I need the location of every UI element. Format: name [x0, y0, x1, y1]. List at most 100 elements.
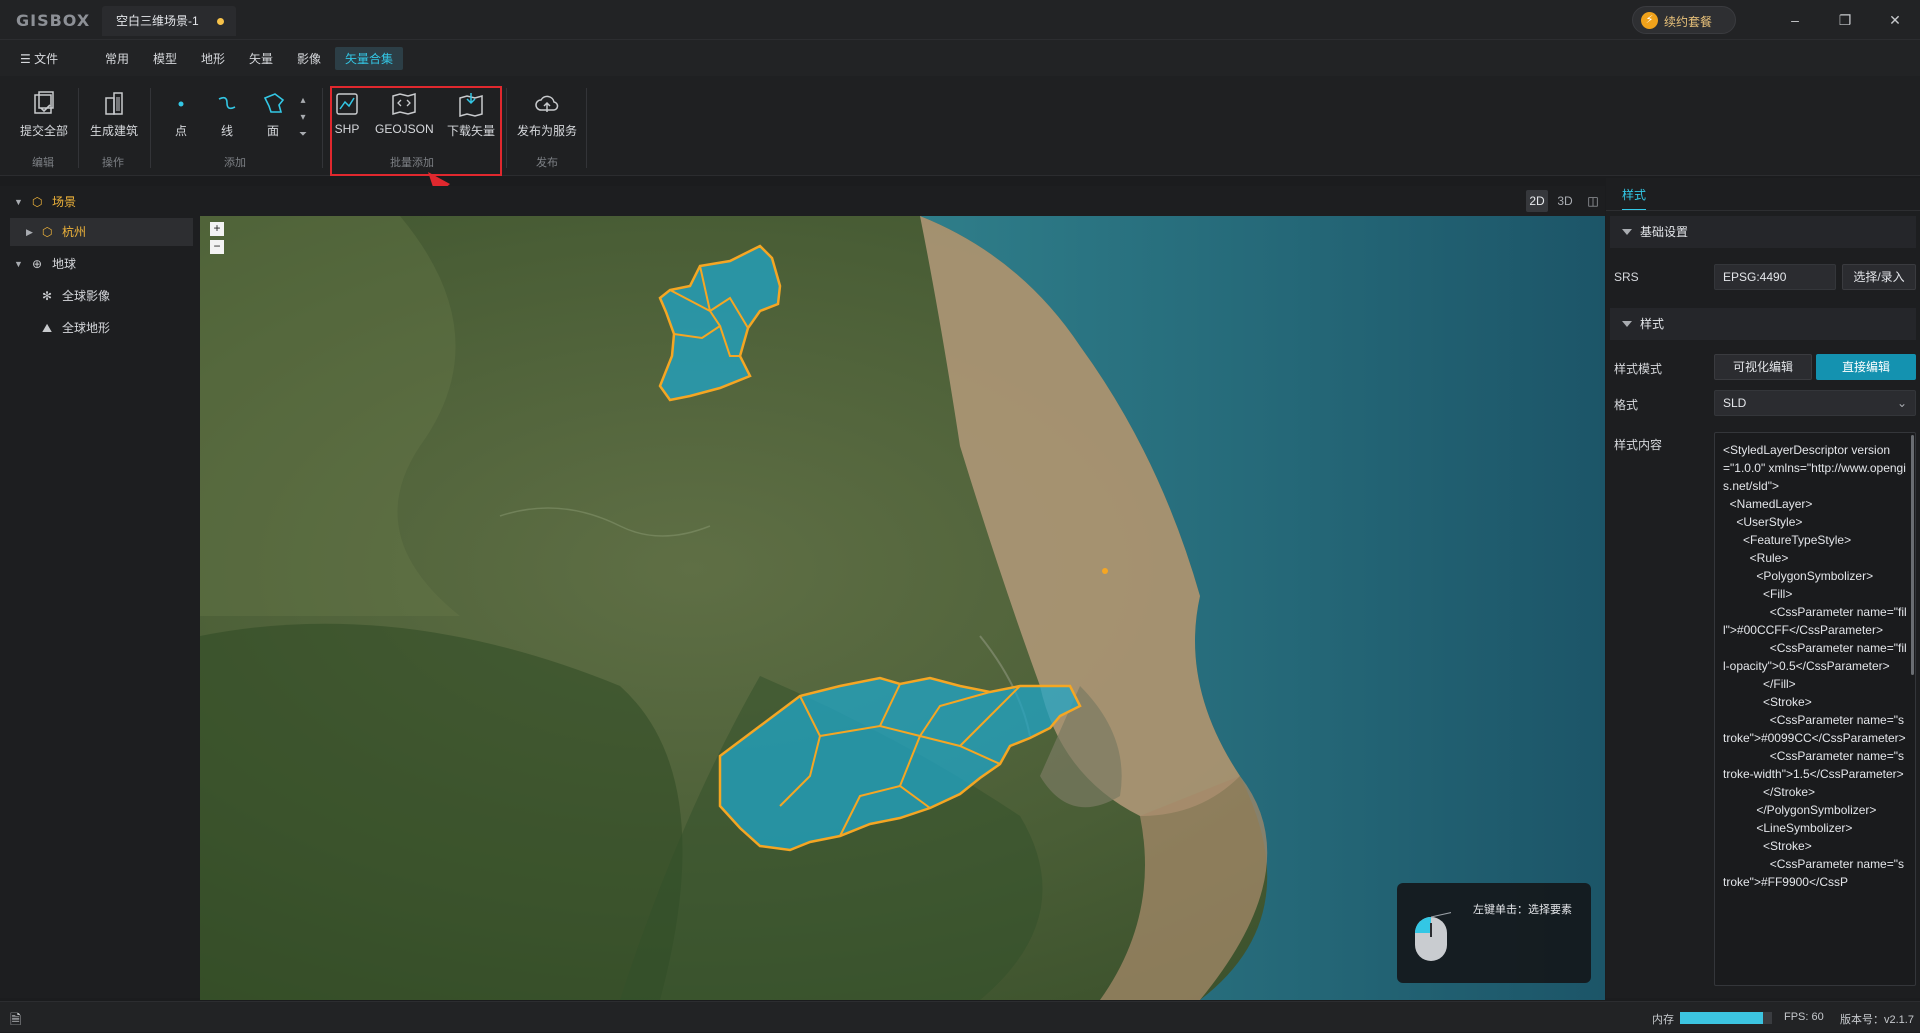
format-select-value: SLD — [1723, 396, 1747, 410]
hamburger-icon: ☰ — [20, 52, 35, 66]
tree-node-global-imagery[interactable]: ✻ 全球影像 — [0, 282, 196, 310]
memory-usage-fill — [1680, 1012, 1763, 1024]
lightning-icon: ⚡ — [1641, 12, 1658, 29]
format-select[interactable]: SLD ⌄ — [1714, 390, 1916, 416]
select-srs-button[interactable]: 选择/录入 — [1842, 264, 1916, 290]
layer-cube-icon: ⬡ — [42, 225, 53, 239]
tree-node-earth[interactable]: ▼ ⊕ 地球 — [0, 250, 196, 278]
caret-right-icon[interactable]: ▶ — [26, 218, 33, 246]
menu-vector-collection[interactable]: 矢量合集 — [335, 47, 404, 70]
location-marker-icon[interactable] — [1102, 568, 1108, 574]
tree-node-global-terrain[interactable]: ⛰ 全球地形 — [0, 314, 196, 342]
map-viewport[interactable] — [200, 216, 1605, 1000]
publish-service-label: 发布为服务 — [516, 124, 577, 138]
menu-terrain[interactable]: 地形 — [201, 50, 225, 67]
building-icon — [105, 92, 123, 115]
terrain-icon: ⛰ — [42, 321, 53, 335]
menu-model[interactable]: 模型 — [153, 50, 177, 67]
direct-edit-button[interactable]: 直接编辑 — [1816, 354, 1916, 380]
group-operate-label: 操作 — [102, 157, 124, 169]
line-icon — [218, 96, 236, 110]
point-icon — [178, 101, 184, 107]
submit-all-label: 提交全部 — [19, 124, 68, 138]
tree-node-scene[interactable]: ▼ ⬡ 场景 — [0, 188, 196, 216]
generate-building-label: 生成建筑 — [89, 124, 138, 138]
tree-node-hangzhou[interactable]: ▶ ⬡ 杭州 — [10, 218, 193, 246]
add-group-scroller[interactable]: ▴ ▾ ⏷ — [297, 92, 309, 143]
menu-bar: ☰ 文件 常用 模型 地形 矢量 影像 矢量合集 — [0, 40, 1920, 76]
add-polygon-button[interactable]: 面 — [258, 90, 288, 139]
section-style[interactable]: 样式 — [1610, 308, 1916, 340]
restore-button[interactable]: ❐ — [1830, 8, 1860, 32]
tree-node-global-imagery-label: 全球影像 — [62, 289, 111, 303]
section-basic-settings[interactable]: 基础设置 — [1610, 216, 1916, 248]
file-menu[interactable]: ☰ 文件 — [20, 50, 58, 67]
tree-node-hangzhou-label: 杭州 — [62, 225, 87, 239]
tree-node-scene-label: 场景 — [52, 195, 77, 209]
log-icon[interactable]: 🗎 — [10, 1009, 21, 1033]
zoom-out-button[interactable]: − — [210, 240, 224, 254]
title-bar: GISBOX 空白三维场景-1 ⚡ 续约套餐 – ❐ ✕ — [0, 0, 1920, 40]
satellite-map[interactable] — [200, 216, 1605, 1000]
imagery-icon: ✻ — [42, 289, 53, 303]
editor-scrollbar[interactable] — [1911, 435, 1914, 675]
ribbon-separator — [506, 88, 507, 168]
menu-imagery[interactable]: 影像 — [297, 50, 321, 67]
visual-edit-button[interactable]: 可视化编辑 — [1714, 354, 1812, 380]
version-readout: 版本号：v2.1.7 — [1840, 1014, 1914, 1026]
panel-divider — [1606, 210, 1920, 211]
menu-vector[interactable]: 矢量 — [249, 50, 273, 67]
globe-icon: ⊕ — [32, 257, 43, 271]
mouse-hint-overlay: 左键单击：选择要素 — [1397, 883, 1591, 983]
caret-down-icon[interactable]: ▼ — [14, 250, 23, 278]
chevron-down-icon: ⌄ — [1896, 396, 1907, 410]
minimize-button[interactable]: – — [1780, 8, 1810, 32]
zoom-in-button[interactable]: + — [210, 222, 224, 236]
add-point-button[interactable]: 点 — [166, 90, 196, 139]
add-line-label: 线 — [220, 124, 233, 138]
scroll-up-icon[interactable]: ▴ — [297, 92, 309, 109]
status-bar: 🗎 内存 FPS: 60 版本号：v2.1.7 — [0, 1001, 1920, 1032]
ribbon-separator — [78, 88, 79, 168]
mouse-hint-text: 左键单击：选择要素 — [1473, 904, 1572, 916]
style-content-text[interactable]: <StyledLayerDescriptor version="1.0.0" x… — [1715, 433, 1915, 899]
generate-building-button[interactable]: 生成建筑 — [88, 90, 140, 139]
srs-field[interactable]: EPSG:4490 — [1714, 264, 1836, 290]
ribbon-separator — [150, 88, 151, 168]
scroll-down-icon[interactable]: ▾ — [297, 109, 309, 126]
menu-common[interactable]: 常用 — [105, 50, 129, 67]
map-header-bar — [200, 186, 1605, 216]
split-view-button[interactable]: ◫ — [1582, 190, 1604, 212]
document-tab[interactable]: 空白三维场景-1 — [102, 6, 236, 36]
view-3d-button[interactable]: 3D — [1554, 190, 1576, 212]
style-content-editor[interactable]: <StyledLayerDescriptor version="1.0.0" x… — [1714, 432, 1916, 986]
view-2d-button[interactable]: 2D — [1526, 190, 1548, 212]
format-label: 格式 — [1614, 398, 1639, 412]
add-polygon-label: 面 — [266, 124, 279, 138]
submit-all-button[interactable]: 提交全部 — [18, 90, 70, 139]
document-tab-label: 空白三维场景-1 — [116, 14, 199, 28]
ribbon-toolbar: 提交全部 编辑 生成建筑 操作 点 线 面 ▴ ▾ ⏷ 添加 SHP GEOJS… — [0, 76, 1920, 176]
close-button[interactable]: ✕ — [1880, 8, 1910, 32]
expand-icon[interactable]: ⏷ — [297, 126, 309, 143]
group-publish-label: 发布 — [536, 157, 558, 169]
scene-tree-panel: ▼ ⬡ 场景 ▶ ⬡ 杭州 ▼ ⊕ 地球 ✻ 全球影像 ⛰ 全球地形 — [0, 186, 200, 998]
style-mode-label: 样式模式 — [1614, 362, 1663, 376]
fps-readout: FPS: 60 — [1784, 1011, 1824, 1023]
style-panel: 样式 基础设置 SRS EPSG:4490 选择/录入 样式 样式模式 可视化编… — [1606, 178, 1920, 998]
group-edit-label: 编辑 — [32, 157, 54, 169]
tab-style[interactable]: 样式 — [1622, 186, 1647, 211]
caret-down-icon[interactable]: ▼ — [14, 188, 23, 216]
add-line-button[interactable]: 线 — [212, 90, 242, 139]
style-content-label: 样式内容 — [1614, 438, 1663, 452]
annotation-highlight-box — [330, 86, 502, 176]
unsaved-dot-icon — [217, 18, 224, 25]
publish-service-button[interactable]: 发布为服务 — [515, 90, 579, 139]
polygon-icon — [263, 93, 285, 113]
ribbon-separator — [322, 88, 323, 168]
memory-label: 内存 — [1652, 1014, 1674, 1026]
file-menu-label: 文件 — [34, 52, 59, 66]
add-point-label: 点 — [174, 124, 187, 138]
renew-plan-button[interactable]: ⚡ 续约套餐 — [1632, 6, 1736, 34]
memory-usage-bar — [1680, 1012, 1772, 1024]
